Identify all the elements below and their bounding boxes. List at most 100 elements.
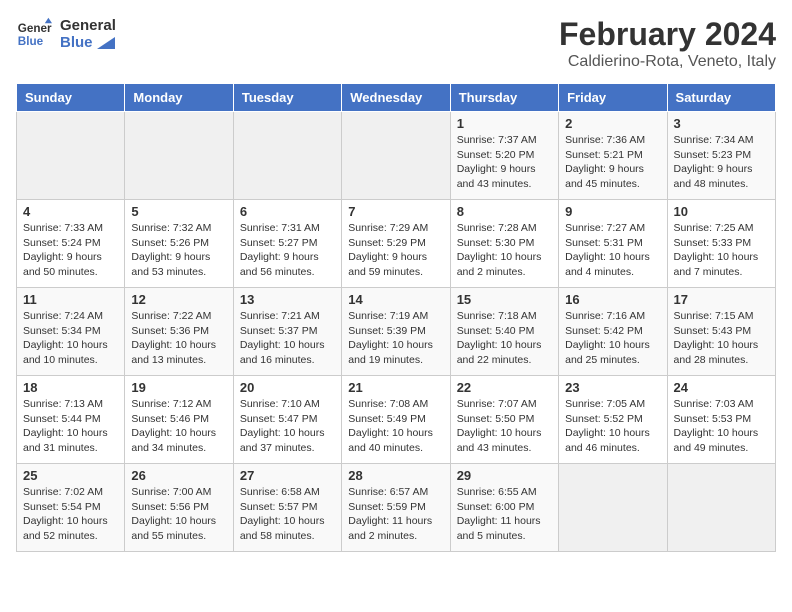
day-number: 17 xyxy=(674,292,769,307)
day-info: Sunrise: 7:28 AMSunset: 5:30 PMDaylight:… xyxy=(457,221,552,280)
day-info: Sunrise: 7:34 AMSunset: 5:23 PMDaylight:… xyxy=(674,133,769,192)
day-number: 26 xyxy=(131,468,226,483)
calendar-cell: 20 Sunrise: 7:10 AMSunset: 5:47 PMDayligh… xyxy=(233,376,341,464)
day-number: 16 xyxy=(565,292,660,307)
calendar-cell: 16Sunrise: 7:16 AMSunset: 5:42 PMDayligh… xyxy=(559,288,667,376)
title-area: February 2024 Caldierino-Rota, Veneto, I… xyxy=(559,16,776,71)
calendar-cell: 4Sunrise: 7:33 AMSunset: 5:24 PMDaylight… xyxy=(17,200,125,288)
day-number: 13 xyxy=(240,292,335,307)
header: General Blue General Blue February 2024 … xyxy=(16,16,776,71)
day-info: Sunrise: 7:03 AMSunset: 5:53 PMDaylight:… xyxy=(674,397,769,456)
header-day-thursday: Thursday xyxy=(450,84,558,112)
day-number: 3 xyxy=(674,116,769,131)
logo: General Blue General Blue xyxy=(16,16,116,52)
calendar-cell: 12 Sunrise: 7:22 AMSunset: 5:36 PMDayligh… xyxy=(125,288,233,376)
calendar-cell: 21 Sunrise: 7:08 AMSunset: 5:49 PMDayligh… xyxy=(342,376,450,464)
day-number: 9 xyxy=(565,204,660,219)
day-info: Sunrise: 7:08 AMSunset: 5:49 PMDaylight:… xyxy=(348,397,443,456)
day-info: Sunrise: 7:37 AMSunset: 5:20 PMDaylight:… xyxy=(457,133,552,192)
calendar-cell: 19 Sunrise: 7:12 AMSunset: 5:46 PMDayligh… xyxy=(125,376,233,464)
calendar-table: SundayMondayTuesdayWednesdayThursdayFrid… xyxy=(16,83,776,552)
day-info: Sunrise: 7:10 AMSunset: 5:47 PMDaylight:… xyxy=(240,397,335,456)
calendar-cell: 2Sunrise: 7:36 AMSunset: 5:21 PMDaylight… xyxy=(559,112,667,200)
calendar-cell: 25Sunrise: 7:02 AMSunset: 5:54 PMDayligh… xyxy=(17,464,125,552)
svg-text:Blue: Blue xyxy=(18,35,44,48)
day-info: Sunrise: 7:22 AMSunset: 5:36 PMDaylight:… xyxy=(131,309,226,368)
calendar-cell: 28 Sunrise: 6:57 AMSunset: 5:59 PMDayligh… xyxy=(342,464,450,552)
calendar-cell xyxy=(667,464,775,552)
day-info: Sunrise: 7:25 AMSunset: 5:33 PMDaylight:… xyxy=(674,221,769,280)
day-number: 15 xyxy=(457,292,552,307)
calendar-cell: 17 Sunrise: 7:15 AMSunset: 5:43 PMDayligh… xyxy=(667,288,775,376)
calendar-cell: 11Sunrise: 7:24 AMSunset: 5:34 PMDayligh… xyxy=(17,288,125,376)
calendar-cell: 14 Sunrise: 7:19 AMSunset: 5:39 PMDayligh… xyxy=(342,288,450,376)
day-info: Sunrise: 6:58 AMSunset: 5:57 PMDaylight:… xyxy=(240,485,335,544)
day-number: 25 xyxy=(23,468,118,483)
day-info: Sunrise: 6:55 AMSunset: 6:00 PMDaylight:… xyxy=(457,485,552,544)
calendar-week-4: 18 Sunrise: 7:13 AMSunset: 5:44 PMDayligh… xyxy=(17,376,776,464)
calendar-cell xyxy=(125,112,233,200)
day-number: 4 xyxy=(23,204,118,219)
day-info: Sunrise: 7:12 AMSunset: 5:46 PMDaylight:… xyxy=(131,397,226,456)
header-day-sunday: Sunday xyxy=(17,84,125,112)
day-number: 27 xyxy=(240,468,335,483)
logo-general: General xyxy=(60,17,116,34)
calendar-cell xyxy=(17,112,125,200)
header-day-tuesday: Tuesday xyxy=(233,84,341,112)
calendar-cell: 5 Sunrise: 7:32 AMSunset: 5:26 PMDaylight… xyxy=(125,200,233,288)
calendar-cell: 18 Sunrise: 7:13 AMSunset: 5:44 PMDayligh… xyxy=(17,376,125,464)
calendar-cell: 7Sunrise: 7:29 AMSunset: 5:29 PMDaylight… xyxy=(342,200,450,288)
calendar-week-5: 25Sunrise: 7:02 AMSunset: 5:54 PMDayligh… xyxy=(17,464,776,552)
day-info: Sunrise: 7:07 AMSunset: 5:50 PMDaylight:… xyxy=(457,397,552,456)
calendar-week-2: 4Sunrise: 7:33 AMSunset: 5:24 PMDaylight… xyxy=(17,200,776,288)
calendar-cell: 27 Sunrise: 6:58 AMSunset: 5:57 PMDayligh… xyxy=(233,464,341,552)
calendar-cell: 8 Sunrise: 7:28 AMSunset: 5:30 PMDaylight… xyxy=(450,200,558,288)
day-info: Sunrise: 7:31 AMSunset: 5:27 PMDaylight:… xyxy=(240,221,335,280)
day-number: 7 xyxy=(348,204,443,219)
header-day-wednesday: Wednesday xyxy=(342,84,450,112)
calendar-cell xyxy=(559,464,667,552)
day-info: Sunrise: 7:13 AMSunset: 5:44 PMDaylight:… xyxy=(23,397,118,456)
calendar-cell: 29Sunrise: 6:55 AMSunset: 6:00 PMDayligh… xyxy=(450,464,558,552)
calendar-cell: 15 Sunrise: 7:18 AMSunset: 5:40 PMDayligh… xyxy=(450,288,558,376)
calendar-cell: 6 Sunrise: 7:31 AMSunset: 5:27 PMDaylight… xyxy=(233,200,341,288)
day-number: 5 xyxy=(131,204,226,219)
calendar-cell: 22 Sunrise: 7:07 AMSunset: 5:50 PMDayligh… xyxy=(450,376,558,464)
calendar-week-1: 1Sunrise: 7:37 AMSunset: 5:20 PMDaylight… xyxy=(17,112,776,200)
day-number: 8 xyxy=(457,204,552,219)
calendar-week-3: 11Sunrise: 7:24 AMSunset: 5:34 PMDayligh… xyxy=(17,288,776,376)
calendar-cell: 1Sunrise: 7:37 AMSunset: 5:20 PMDaylight… xyxy=(450,112,558,200)
svg-text:General: General xyxy=(18,22,52,35)
day-number: 10 xyxy=(674,204,769,219)
day-info: Sunrise: 7:27 AMSunset: 5:31 PMDaylight:… xyxy=(565,221,660,280)
logo-chevron xyxy=(97,37,115,49)
location-title: Caldierino-Rota, Veneto, Italy xyxy=(559,53,776,71)
calendar-cell xyxy=(342,112,450,200)
calendar-cell: 23 Sunrise: 7:05 AMSunset: 5:52 PMDayligh… xyxy=(559,376,667,464)
day-info: Sunrise: 7:05 AMSunset: 5:52 PMDaylight:… xyxy=(565,397,660,456)
calendar-header-row: SundayMondayTuesdayWednesdayThursdayFrid… xyxy=(17,84,776,112)
day-number: 20 xyxy=(240,380,335,395)
day-number: 14 xyxy=(348,292,443,307)
calendar-cell: 3 Sunrise: 7:34 AMSunset: 5:23 PMDaylight… xyxy=(667,112,775,200)
day-number: 22 xyxy=(457,380,552,395)
day-number: 21 xyxy=(348,380,443,395)
header-day-saturday: Saturday xyxy=(667,84,775,112)
day-info: Sunrise: 6:57 AMSunset: 5:59 PMDaylight:… xyxy=(348,485,443,544)
day-info: Sunrise: 7:32 AMSunset: 5:26 PMDaylight:… xyxy=(131,221,226,280)
month-title: February 2024 xyxy=(559,16,776,53)
day-number: 12 xyxy=(131,292,226,307)
day-info: Sunrise: 7:00 AMSunset: 5:56 PMDaylight:… xyxy=(131,485,226,544)
day-info: Sunrise: 7:18 AMSunset: 5:40 PMDaylight:… xyxy=(457,309,552,368)
logo-icon: General Blue xyxy=(16,16,52,52)
day-number: 28 xyxy=(348,468,443,483)
day-number: 19 xyxy=(131,380,226,395)
day-number: 18 xyxy=(23,380,118,395)
day-number: 24 xyxy=(674,380,769,395)
day-number: 23 xyxy=(565,380,660,395)
day-info: Sunrise: 7:15 AMSunset: 5:43 PMDaylight:… xyxy=(674,309,769,368)
day-number: 6 xyxy=(240,204,335,219)
day-info: Sunrise: 7:19 AMSunset: 5:39 PMDaylight:… xyxy=(348,309,443,368)
calendar-cell xyxy=(233,112,341,200)
calendar-cell: 13Sunrise: 7:21 AMSunset: 5:37 PMDayligh… xyxy=(233,288,341,376)
